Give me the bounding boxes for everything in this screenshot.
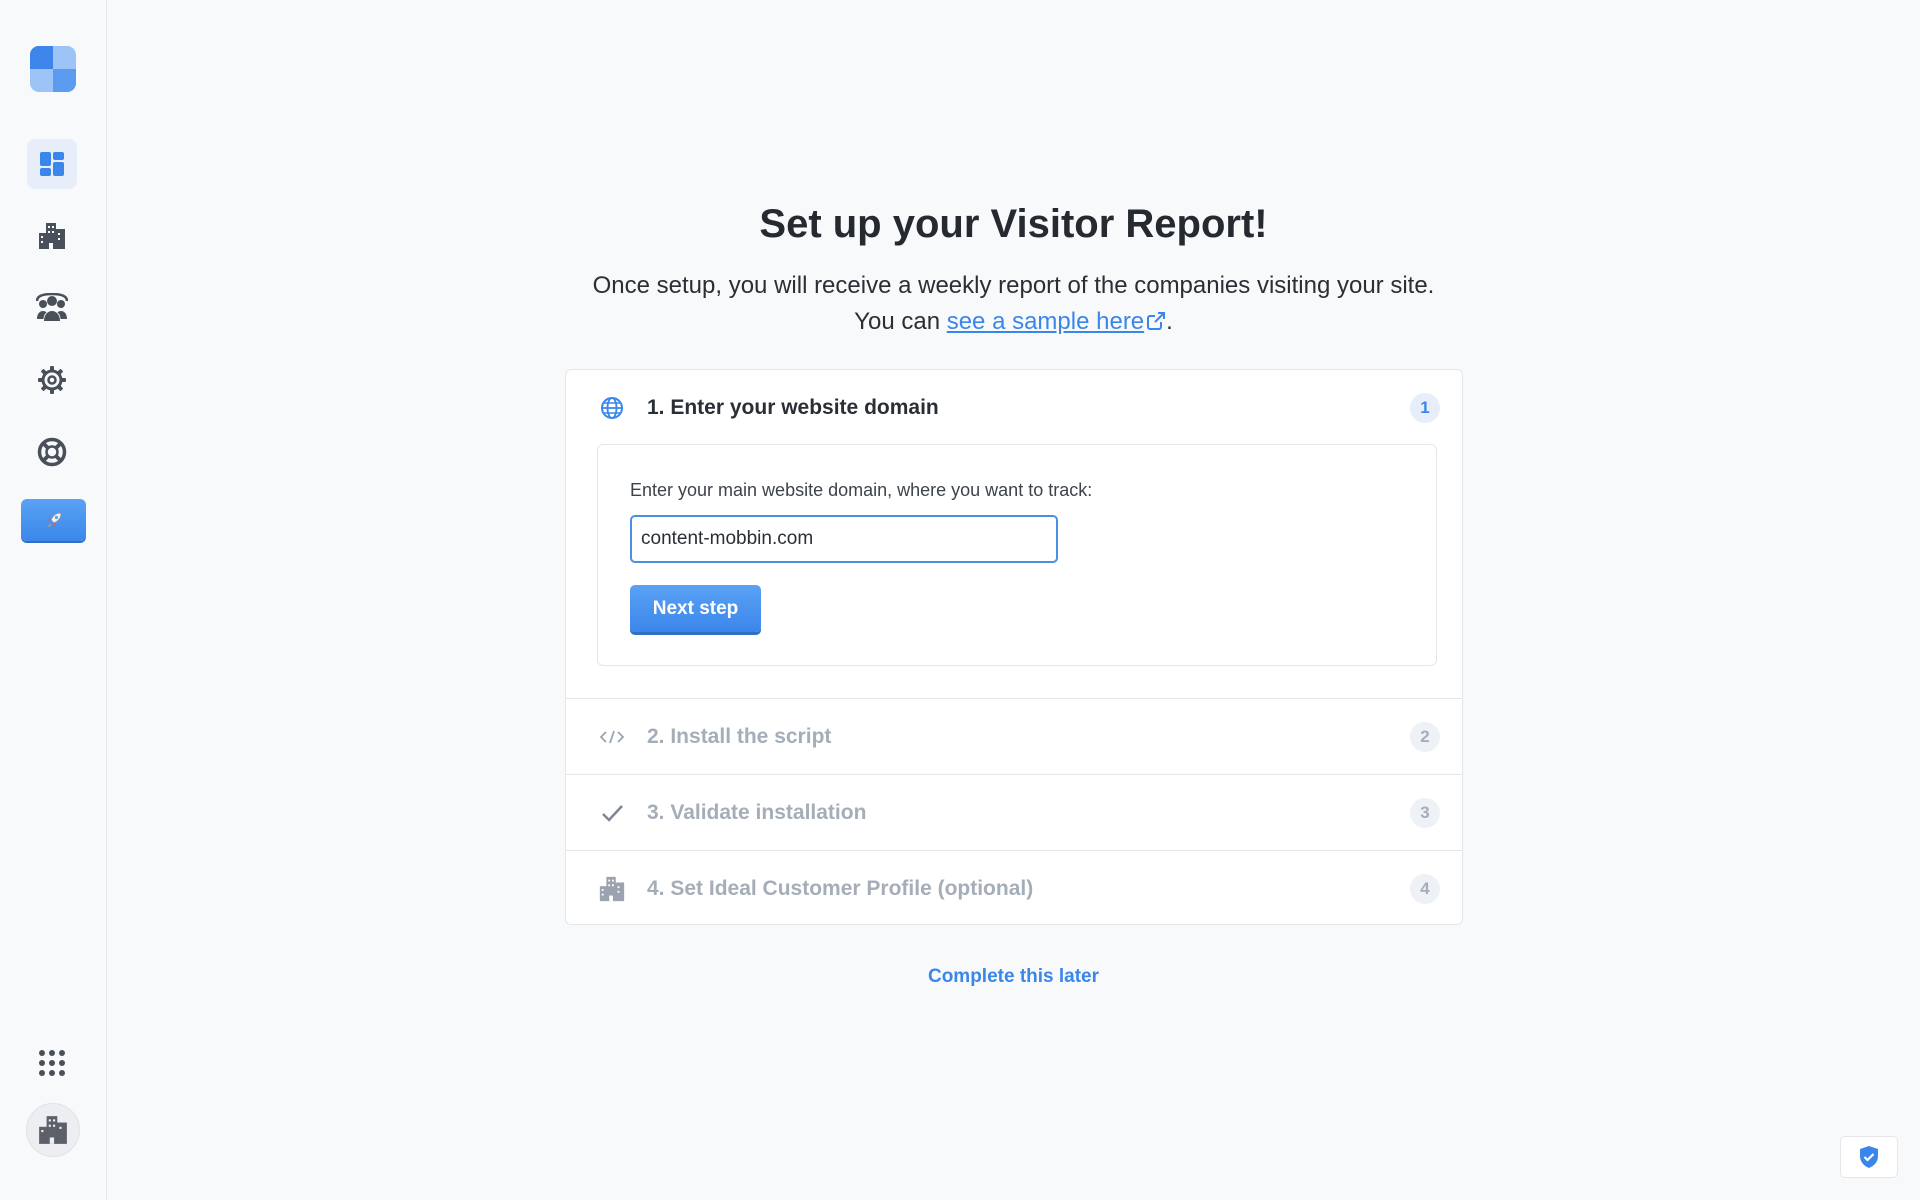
complete-later-link[interactable]: Complete this later bbox=[928, 966, 1099, 987]
globe-icon bbox=[598, 394, 626, 422]
domain-input[interactable] bbox=[630, 515, 1058, 563]
company-icon bbox=[39, 1116, 67, 1144]
step-1-number: 1 bbox=[1410, 393, 1440, 423]
check-icon bbox=[598, 799, 626, 827]
domain-field-label: Enter your main website domain, where yo… bbox=[630, 480, 1093, 500]
sidebar-item-help[interactable] bbox=[27, 427, 77, 477]
step-1-header[interactable]: 1. Enter your website domain 1 bbox=[566, 370, 1462, 446]
step-2-header[interactable]: 2. Install the script 2 bbox=[566, 698, 1462, 774]
subtitle-line-1: Once setup, you will receive a weekly re… bbox=[592, 272, 1435, 299]
subtitle-prefix: You can bbox=[854, 308, 947, 335]
step-3-label: 3. Validate installation bbox=[647, 800, 867, 824]
setup-steps: 1. Enter your website domain 1 Enter you… bbox=[565, 369, 1463, 925]
account-avatar[interactable] bbox=[26, 1103, 80, 1157]
rocket-icon bbox=[47, 512, 62, 527]
app-logo[interactable] bbox=[30, 46, 76, 92]
step-2-number: 2 bbox=[1410, 721, 1440, 752]
sidebar-item-dashboard[interactable] bbox=[27, 139, 77, 189]
page-subtitle: Once setup, you will receive a weekly re… bbox=[107, 268, 1920, 340]
subtitle-line-2: You can see a sample here. bbox=[107, 304, 1920, 340]
step-3-header[interactable]: 3. Validate installation 3 bbox=[566, 774, 1462, 850]
step-3-number: 3 bbox=[1410, 797, 1440, 828]
lifebuoy-icon bbox=[37, 437, 67, 467]
dashboard-icon bbox=[40, 152, 64, 176]
companies-icon bbox=[39, 223, 65, 249]
apps-grid-icon[interactable] bbox=[38, 1049, 66, 1082]
step-1-label: 1. Enter your website domain bbox=[647, 396, 939, 419]
page-title: Set up your Visitor Report! bbox=[759, 202, 1268, 246]
step-2-label: 2. Install the script bbox=[647, 724, 832, 748]
sidebar-item-onboarding[interactable] bbox=[21, 499, 86, 541]
sample-link-label: see a sample here bbox=[946, 308, 1145, 335]
step-4-number: 4 bbox=[1410, 873, 1440, 904]
domain-panel: Enter your main website domain, where yo… bbox=[597, 444, 1437, 666]
sample-link[interactable]: see a sample here bbox=[947, 308, 1166, 335]
subtitle-suffix: . bbox=[1166, 308, 1173, 335]
sidebar-item-companies[interactable] bbox=[27, 211, 77, 261]
sidebar bbox=[0, 0, 107, 1200]
shield-check-icon bbox=[1860, 1146, 1878, 1168]
sidebar-item-settings[interactable] bbox=[27, 355, 77, 405]
next-step-button[interactable]: Next step bbox=[630, 585, 761, 632]
gear-icon bbox=[38, 366, 66, 394]
privacy-badge[interactable] bbox=[1840, 1136, 1898, 1178]
sidebar-item-people[interactable] bbox=[27, 283, 77, 333]
step-4-label: 4. Set Ideal Customer Profile (optional) bbox=[647, 876, 1034, 900]
code-icon bbox=[598, 723, 626, 751]
complete-later-container: Complete this later bbox=[107, 966, 1920, 988]
building-icon bbox=[598, 875, 626, 903]
people-icon bbox=[36, 293, 68, 321]
step-4-header[interactable]: 4. Set Ideal Customer Profile (optional)… bbox=[566, 850, 1462, 926]
external-link-icon bbox=[1147, 312, 1166, 330]
